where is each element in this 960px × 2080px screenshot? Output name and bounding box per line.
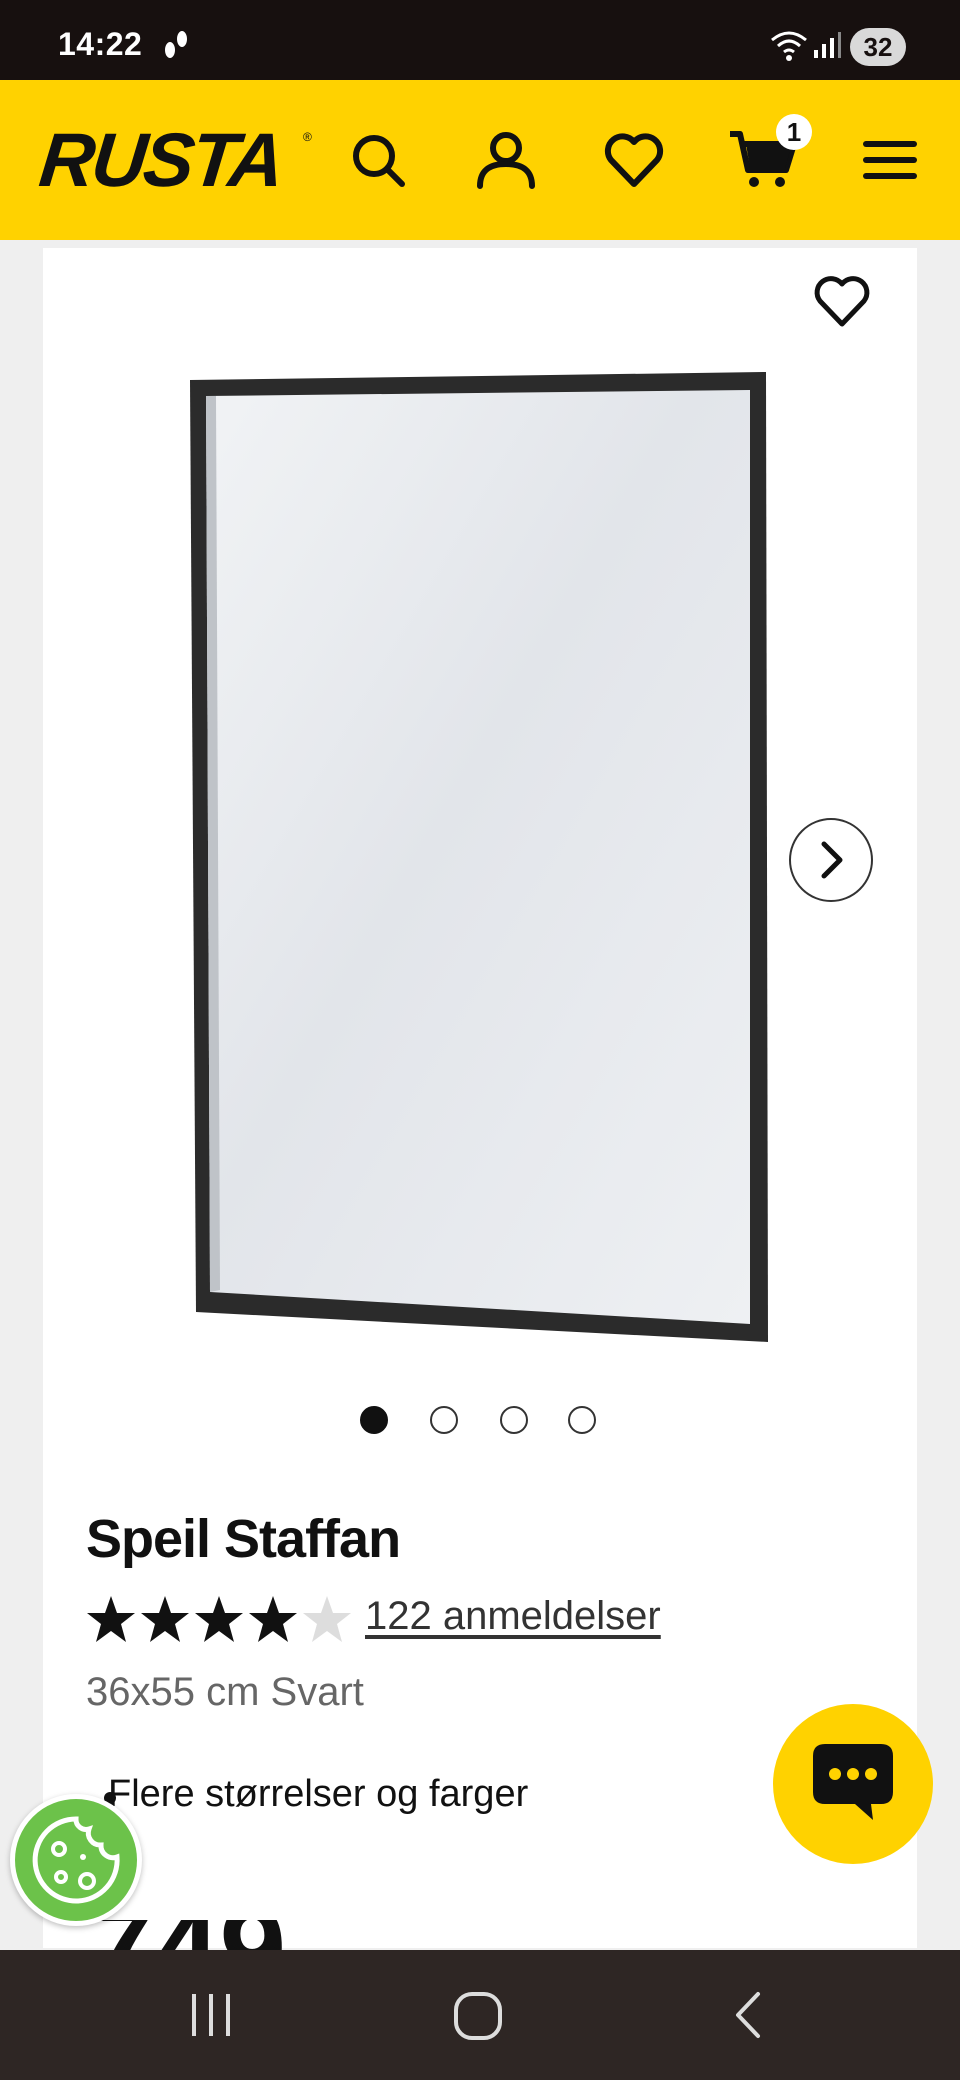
chat-button[interactable] [773,1704,933,1864]
home-icon[interactable] [452,1988,506,2047]
product-image [190,372,770,1342]
price-digits: 749 [86,1920,286,1950]
reviews-link[interactable]: 122 anmeldelser [365,1594,661,1639]
site-header: RUSTA ® [0,80,960,240]
gallery-next-button[interactable] [789,818,873,902]
chat-bubble-icon [813,1744,893,1820]
menu-icon[interactable] [858,128,922,192]
registered-mark: ® [303,130,312,144]
battery-indicator: 32 [850,28,906,66]
recents-icon[interactable] [186,1988,236,2047]
gallery-dot[interactable] [360,1406,388,1434]
header-divider [0,240,960,248]
cookie-icon [32,1816,120,1904]
system-nav-bar [0,1950,960,2080]
price: 749 [86,1920,416,1950]
rating-stars [86,1592,356,1644]
feature-bullet: Flere størrelser og farger [108,1773,529,1815]
status-time: 14:22 [58,26,143,62]
steps-icon [162,30,190,67]
product-variant: 36x55 cm Svart [86,1670,364,1714]
heart-icon[interactable] [602,128,666,192]
cart-count-badge: 1 [776,114,812,150]
gallery-dot[interactable] [568,1406,596,1434]
product-title: Speil Staffan [86,1509,401,1569]
wifi-icon [770,30,808,67]
cookie-settings-button[interactable] [10,1794,142,1926]
rusta-logo[interactable]: RUSTA [36,118,286,203]
screen: 14:22 32 RUSTA ® 1 Speil Staffan 122 anm… [0,0,960,2080]
gallery-dot[interactable] [500,1406,528,1434]
signal-icon [812,32,842,65]
back-icon[interactable] [728,1988,768,2047]
favorite-heart-icon[interactable] [810,270,874,334]
status-bar: 14:22 32 [0,0,960,80]
gallery-dot[interactable] [430,1406,458,1434]
account-icon[interactable] [474,128,538,192]
search-icon[interactable] [346,128,410,192]
